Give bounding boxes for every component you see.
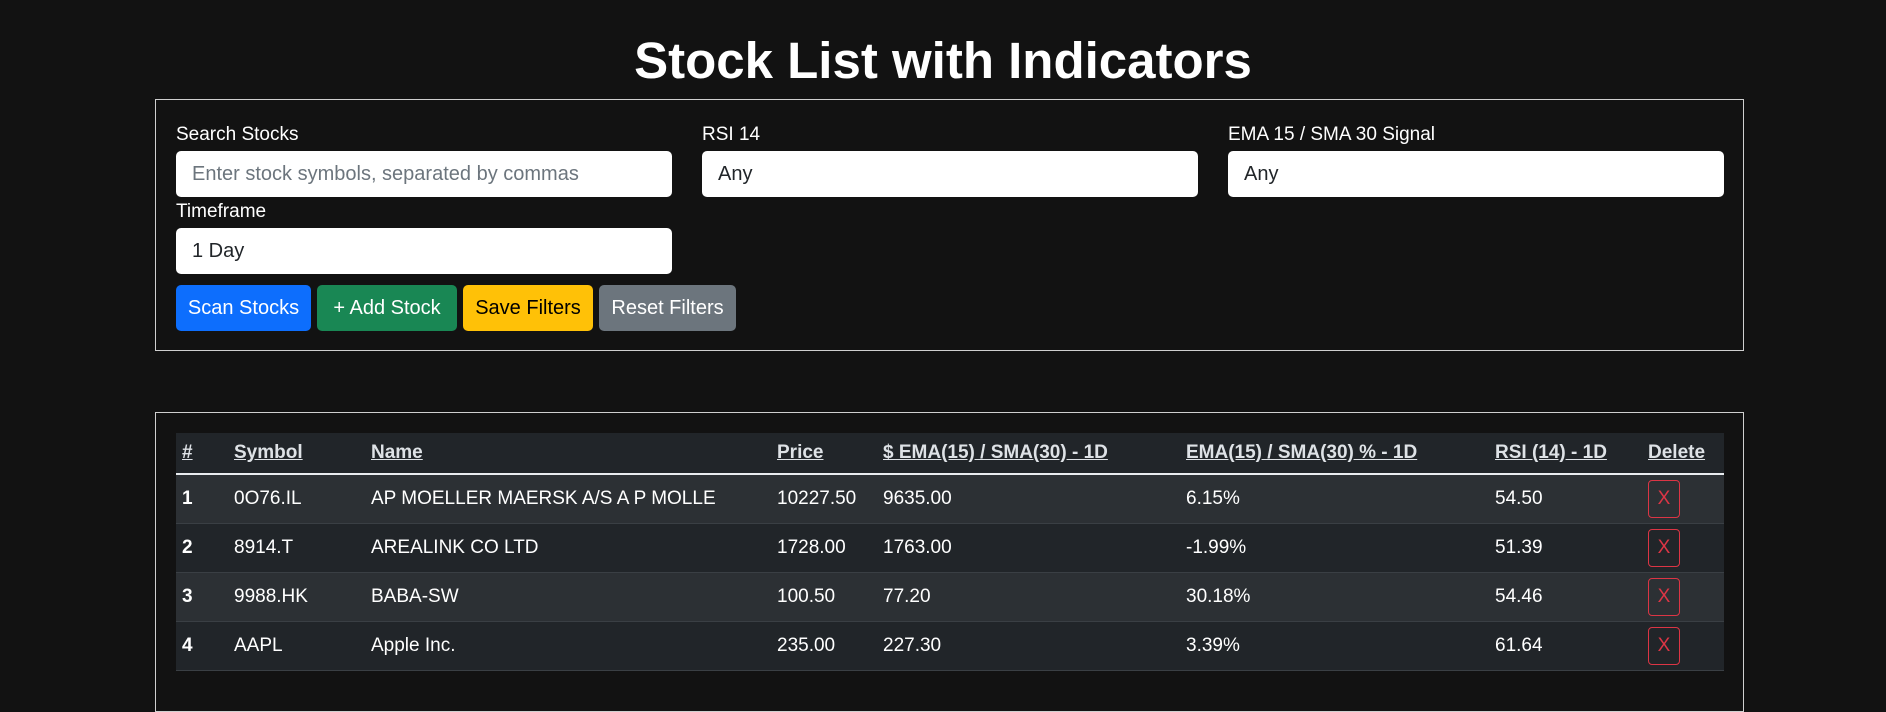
- search-stocks-label: Search Stocks: [176, 124, 299, 145]
- row-delete-cell: X: [1642, 572, 1724, 622]
- row-name: BABA-SW: [365, 572, 771, 622]
- row-name: Apple Inc.: [365, 621, 771, 671]
- row-index: 2: [176, 523, 228, 573]
- row-ema-sma-percent: 3.39%: [1180, 621, 1489, 671]
- row-ema-sma-percent: 30.18%: [1180, 572, 1489, 622]
- row-ema-sma-value: 1763.00: [877, 523, 1180, 573]
- delete-row-button[interactable]: X: [1648, 480, 1680, 518]
- filter-panel: Search Stocks RSI 14 Any EMA 15 / SMA 30…: [155, 99, 1744, 351]
- row-delete-cell: X: [1642, 523, 1724, 573]
- row-symbol: 8914.T: [228, 523, 365, 573]
- reset-filters-button[interactable]: Reset Filters: [599, 285, 736, 331]
- header-price[interactable]: Price: [771, 433, 877, 475]
- search-stocks-input[interactable]: [176, 151, 672, 197]
- header-rsi[interactable]: RSI (14) - 1D: [1489, 433, 1642, 475]
- row-index: 3: [176, 572, 228, 622]
- row-index: 4: [176, 621, 228, 671]
- row-delete-cell: X: [1642, 474, 1724, 524]
- header-ema-sma-value[interactable]: $ EMA(15) / SMA(30) - 1D: [877, 433, 1180, 475]
- row-ema-sma-value: 9635.00: [877, 474, 1180, 524]
- save-filters-button[interactable]: Save Filters: [463, 285, 593, 331]
- row-delete-cell: X: [1642, 621, 1724, 671]
- row-ema-sma-value: 227.30: [877, 621, 1180, 671]
- header-delete[interactable]: Delete: [1642, 433, 1724, 475]
- header-index[interactable]: #: [176, 433, 228, 475]
- row-rsi: 54.50: [1489, 474, 1642, 524]
- rsi-14-label: RSI 14: [702, 124, 761, 145]
- timeframe-select[interactable]: 1 Day: [176, 228, 672, 274]
- row-symbol: 9988.HK: [228, 572, 365, 622]
- row-ema-sma-percent: 6.15%: [1180, 474, 1489, 524]
- row-symbol: AAPL: [228, 621, 365, 671]
- row-price: 100.50: [771, 572, 877, 622]
- row-price: 235.00: [771, 621, 877, 671]
- row-rsi: 51.39: [1489, 523, 1642, 573]
- stock-table: # Symbol Name Price $ EMA(15) / SMA(30) …: [176, 433, 1724, 671]
- table-row: 3 9988.HK BABA-SW 100.50 77.20 30.18% 54…: [176, 572, 1724, 622]
- row-price: 1728.00: [771, 523, 877, 573]
- table-row: 2 8914.T AREALINK CO LTD 1728.00 1763.00…: [176, 523, 1724, 573]
- row-rsi: 61.64: [1489, 621, 1642, 671]
- page-title: Stock List with Indicators: [634, 32, 1252, 89]
- row-ema-sma-value: 77.20: [877, 572, 1180, 622]
- row-rsi: 54.46: [1489, 572, 1642, 622]
- header-name[interactable]: Name: [365, 433, 771, 475]
- table-header-row: # Symbol Name Price $ EMA(15) / SMA(30) …: [176, 433, 1724, 475]
- table-row: 1 0O76.IL AP MOELLER MAERSK A/S A P MOLL…: [176, 474, 1724, 524]
- rsi-14-select[interactable]: Any: [702, 151, 1198, 197]
- scan-stocks-button[interactable]: Scan Stocks: [176, 285, 311, 331]
- ema-sma-signal-label: EMA 15 / SMA 30 Signal: [1228, 124, 1436, 145]
- delete-row-button[interactable]: X: [1648, 529, 1680, 567]
- row-name: AP MOELLER MAERSK A/S A P MOLLE: [365, 474, 771, 524]
- row-name: AREALINK CO LTD: [365, 523, 771, 573]
- delete-row-button[interactable]: X: [1648, 578, 1680, 616]
- header-ema-sma-percent[interactable]: EMA(15) / SMA(30) % - 1D: [1180, 433, 1489, 475]
- header-symbol[interactable]: Symbol: [228, 433, 365, 475]
- ema-sma-signal-select[interactable]: Any: [1228, 151, 1724, 197]
- table-row: 4 AAPL Apple Inc. 235.00 227.30 3.39% 61…: [176, 621, 1724, 671]
- delete-row-button[interactable]: X: [1648, 627, 1680, 665]
- row-price: 10227.50: [771, 474, 877, 524]
- row-index: 1: [176, 474, 228, 524]
- timeframe-label: Timeframe: [176, 201, 267, 222]
- stock-table-panel: # Symbol Name Price $ EMA(15) / SMA(30) …: [155, 412, 1744, 712]
- row-symbol: 0O76.IL: [228, 474, 365, 524]
- add-stock-button[interactable]: + Add Stock: [317, 285, 457, 331]
- row-ema-sma-percent: -1.99%: [1180, 523, 1489, 573]
